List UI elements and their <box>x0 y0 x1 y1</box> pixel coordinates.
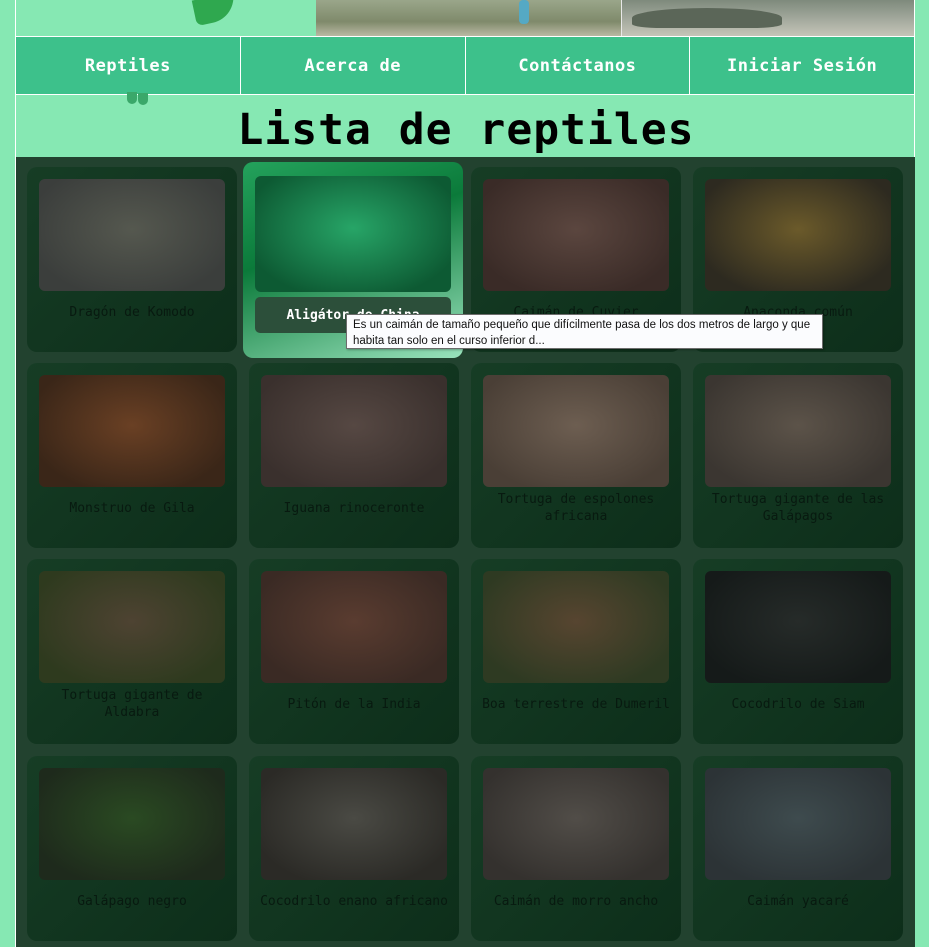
reptile-name: Galápago negro <box>77 893 187 909</box>
header-banner <box>15 0 915 36</box>
reptile-name: Caimán yacaré <box>747 893 849 909</box>
reptile-photo <box>705 571 891 683</box>
reptile-grid: Dragón de KomodoAligátor de ChinaCaimán … <box>15 157 915 947</box>
reptile-photo <box>705 179 891 291</box>
reptile-name: Pitón de la India <box>287 696 421 712</box>
reptile-card[interactable]: Caimán yacaré <box>693 756 903 941</box>
reptile-photo <box>705 768 891 880</box>
reptile-photo <box>261 571 447 683</box>
reptile-photo <box>261 768 447 880</box>
bird-figure <box>519 0 529 24</box>
reptile-photo <box>483 375 669 487</box>
reptile-photo <box>483 179 669 291</box>
crocodile-figure <box>632 8 782 28</box>
reptile-card[interactable]: Galápago negro <box>27 756 237 941</box>
reptile-card[interactable]: Iguana rinoceronte <box>249 363 459 548</box>
reptile-photo <box>39 768 225 880</box>
reptile-card[interactable]: Cocodrilo de Siam <box>693 559 903 744</box>
nav-reptiles[interactable]: Reptiles <box>16 37 241 94</box>
reptile-name: Cocodrilo de Siam <box>731 696 865 712</box>
reptile-photo <box>483 571 669 683</box>
title-area: Lista de reptiles <box>15 95 915 157</box>
reptile-card[interactable]: Tortuga gigante de Aldabra <box>27 559 237 744</box>
reptile-card[interactable]: Cocodrilo enano africano <box>249 756 459 941</box>
reptile-photo <box>39 179 225 291</box>
reptile-card[interactable]: Boa terrestre de Dumeril <box>471 559 681 744</box>
banner-photo-crocodile <box>621 0 914 36</box>
reptile-card[interactable]: Caimán de morro ancho <box>471 756 681 941</box>
reptile-photo <box>483 768 669 880</box>
reptile-card[interactable]: Pitón de la India <box>249 559 459 744</box>
reptile-name: Monstruo de Gila <box>69 500 195 516</box>
reptile-photo <box>39 375 225 487</box>
reptile-name: Tortuga gigante de Aldabra <box>61 688 203 720</box>
reptile-name: Tortuga de espolones africana <box>497 492 655 524</box>
reptile-photo <box>255 176 451 292</box>
nav-login[interactable]: Iniciar Sesión <box>690 37 914 94</box>
main-navigation: Reptiles Acerca de Contáctanos Iniciar S… <box>15 36 915 95</box>
reptile-name: Boa terrestre de Dumeril <box>482 696 670 712</box>
leaf-sprout-icon <box>127 92 149 106</box>
nav-contact[interactable]: Contáctanos <box>466 37 691 94</box>
reptile-card[interactable]: Monstruo de Gila <box>27 363 237 548</box>
reptile-photo <box>705 375 891 487</box>
nav-about[interactable]: Acerca de <box>241 37 466 94</box>
reptile-card[interactable]: Tortuga de espolones africana <box>471 363 681 548</box>
reptile-name: Iguana rinoceronte <box>283 500 425 516</box>
reptile-photo <box>39 571 225 683</box>
page-frame: Reptiles Acerca de Contáctanos Iniciar S… <box>15 0 915 947</box>
banner-photo-bird <box>316 0 621 36</box>
leaf-decoration <box>191 0 239 27</box>
reptile-photo <box>261 375 447 487</box>
reptile-name: Cocodrilo enano africano <box>260 893 448 909</box>
reptile-name: Caimán de morro ancho <box>493 893 659 909</box>
reptile-name: Dragón de Komodo <box>69 304 195 320</box>
reptile-card[interactable]: Dragón de Komodo <box>27 167 237 352</box>
reptile-card[interactable]: Tortuga gigante de las Galápagos <box>693 363 903 548</box>
reptile-name: Tortuga gigante de las Galápagos <box>711 492 885 524</box>
description-tooltip: Es un caimán de tamaño pequeño que difíc… <box>346 314 823 349</box>
page-title: Lista de reptiles <box>237 105 695 155</box>
